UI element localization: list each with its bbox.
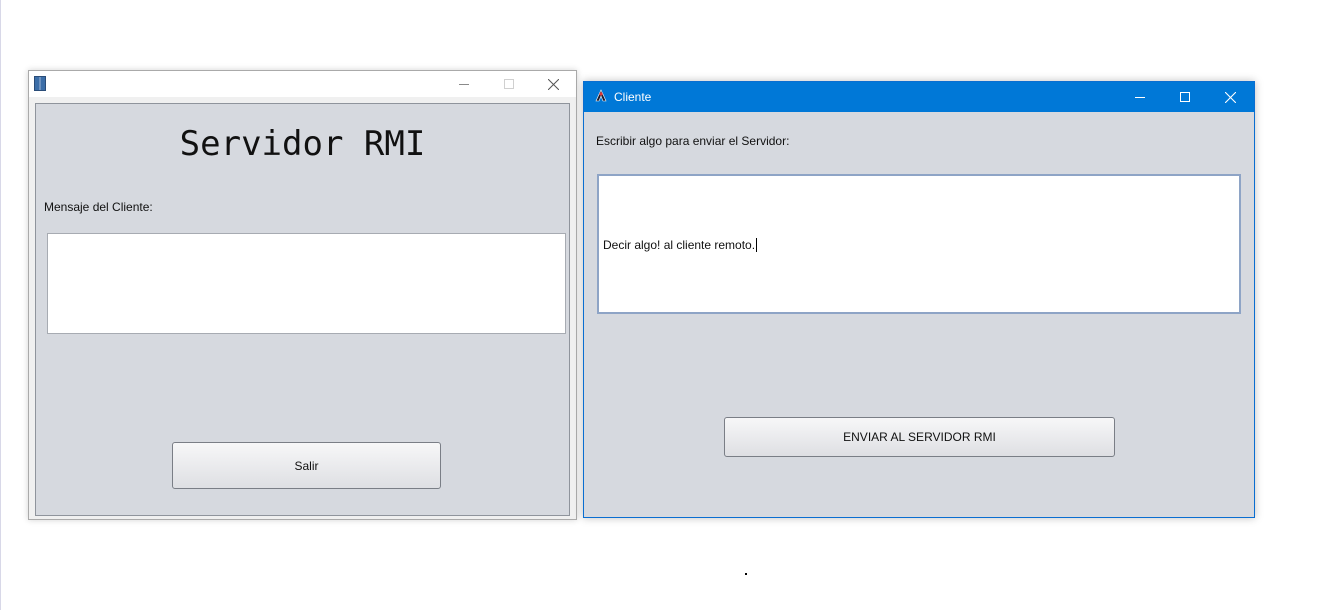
message-input-field[interactable]: Decir algo! al cliente remoto.: [597, 174, 1241, 314]
minimize-icon: [1134, 97, 1145, 98]
maximize-button: [486, 71, 531, 97]
close-button[interactable]: [531, 71, 576, 97]
minimize-icon: [458, 84, 469, 85]
close-button[interactable]: [1208, 84, 1253, 110]
maximize-icon: [503, 79, 514, 89]
client-window[interactable]: Cliente Escribir algo para enviar el Ser…: [583, 81, 1255, 518]
server-heading: Servidor RMI: [179, 124, 426, 164]
server-content-panel: Servidor RMI Mensaje del Cliente: Salir: [35, 103, 570, 516]
message-input-value: Decir algo! al cliente remoto.: [603, 238, 758, 252]
java-duke-icon[interactable]: [593, 89, 609, 103]
exit-button[interactable]: Salir: [172, 442, 441, 489]
app-window-icon[interactable]: [34, 76, 46, 91]
server-window[interactable]: Servidor RMI Mensaje del Cliente: Salir: [28, 70, 577, 520]
mouse-pointer-dot: [745, 573, 747, 575]
maximize-button[interactable]: [1162, 84, 1207, 110]
send-to-server-button[interactable]: ENVIAR AL SERVIDOR RMI: [724, 417, 1115, 457]
text-caret: [756, 238, 758, 252]
close-icon: [548, 78, 559, 90]
minimize-button[interactable]: [441, 71, 486, 97]
minimize-button[interactable]: [1117, 84, 1162, 110]
maximize-icon: [1179, 92, 1190, 102]
server-titlebar[interactable]: [29, 71, 576, 97]
message-prompt-label: Escribir algo para enviar el Servidor:: [596, 134, 790, 148]
close-icon: [1225, 91, 1236, 103]
client-message-label: Mensaje del Cliente:: [44, 200, 153, 214]
client-titlebar[interactable]: Cliente: [584, 82, 1254, 112]
client-message-textarea[interactable]: [47, 233, 566, 334]
desktop-edge: [0, 0, 1, 610]
client-window-title: Cliente: [614, 90, 652, 104]
